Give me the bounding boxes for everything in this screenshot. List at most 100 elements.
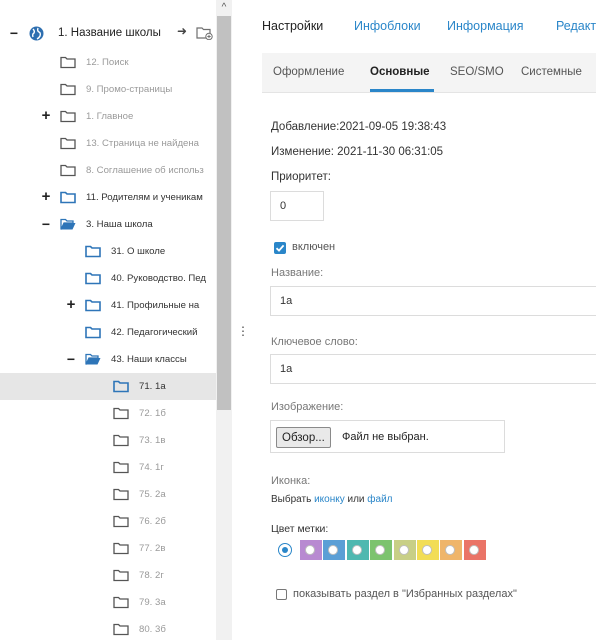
tree-item-label: 40. Руководство. Пед [111, 273, 207, 284]
folder-icon [113, 623, 129, 636]
tree-item-label: 41. Профильные на [111, 300, 200, 311]
choose-icon-link[interactable]: иконку [314, 494, 345, 505]
subtab-system[interactable]: Системные [521, 66, 582, 78]
subtab-main[interactable]: Основные [370, 66, 430, 78]
scroll-up-icon[interactable]: ^ [216, 0, 232, 16]
tree-item[interactable]: 73. 1в [0, 427, 232, 454]
icon-choose-text: Выбрать [271, 494, 315, 505]
panel-splitter[interactable]: ⋮ [232, 0, 249, 640]
tree-item[interactable]: 8. Соглашение об использ [0, 157, 232, 184]
color-radio[interactable] [445, 545, 456, 555]
tree-item[interactable]: 75. 2а [0, 481, 232, 508]
folder-icon [85, 299, 101, 312]
choose-file-link[interactable]: файл [367, 494, 392, 505]
tree-item[interactable]: 74. 1г [0, 454, 232, 481]
tree-item-label: 11. Родителям и ученикам [86, 192, 203, 203]
color-swatch[interactable] [300, 540, 322, 560]
tree-item[interactable]: 78. 2г [0, 562, 232, 589]
collapse-icon[interactable]: − [66, 352, 76, 366]
subtab-design[interactable]: Оформление [273, 66, 344, 78]
folder-add-icon[interactable] [196, 26, 213, 41]
icon-choose-line: Выбрать иконку или файл [271, 494, 393, 505]
folder-icon [60, 83, 76, 96]
folder-open-icon [85, 353, 101, 366]
tree-item[interactable]: +1. Главное [0, 103, 232, 130]
expand-icon[interactable]: + [41, 108, 51, 123]
globe-icon [29, 26, 44, 41]
tree-item[interactable]: 72. 1б [0, 400, 232, 427]
tab-editor[interactable]: Редакт [556, 19, 596, 33]
subtab-seo[interactable]: SEO/SMO [450, 66, 504, 78]
expand-icon[interactable]: + [41, 189, 51, 204]
color-radio[interactable] [468, 545, 479, 555]
tree-item[interactable]: +41. Профильные на [0, 292, 232, 319]
browse-button[interactable]: Обзор... [276, 427, 331, 448]
color-swatch[interactable] [440, 540, 463, 560]
collapse-icon[interactable]: − [41, 217, 51, 231]
tree-item-label: 76. 2б [139, 516, 166, 527]
tree-item[interactable]: 80. 3б [0, 616, 232, 640]
drag-handle-icon[interactable]: ⋮ [237, 325, 249, 337]
tab-infoblocks[interactable]: Инфоблоки [354, 19, 421, 33]
folder-icon [113, 488, 129, 501]
tree-item-label: 78. 2г [139, 570, 164, 581]
color-swatch[interactable] [370, 540, 393, 560]
tree-panel: − 1. Название школы ➜ 12. Поиск 9. Промо-… [0, 0, 232, 640]
tree-item[interactable]: +11. Родителям и ученикам [0, 184, 232, 211]
folder-icon [113, 542, 129, 555]
folder-icon [113, 434, 129, 447]
tree-item-label: 8. Соглашение об использ [86, 165, 204, 176]
icon-label: Иконка: [271, 475, 311, 487]
tree-item[interactable]: − 43. Наши классы [0, 346, 232, 373]
folder-icon [60, 164, 76, 177]
tree-item[interactable]: 9. Промо-страницы [0, 76, 232, 103]
tree-item-label: 75. 2а [139, 489, 166, 500]
file-status: Файл не выбран. [342, 431, 429, 443]
tree-item[interactable]: − 3. Наша школа [0, 211, 232, 238]
tree-item[interactable]: 13. Страница не найдена [0, 130, 232, 157]
color-radio[interactable] [398, 545, 409, 555]
color-swatch[interactable] [463, 540, 486, 560]
folder-open-icon [60, 218, 76, 231]
tree-item[interactable]: 76. 2б [0, 508, 232, 535]
tree-item-label: 43. Наши классы [111, 354, 187, 365]
color-radio[interactable] [305, 545, 315, 555]
collapse-icon[interactable]: − [9, 26, 19, 40]
color-radio[interactable] [375, 545, 386, 555]
color-radio[interactable] [422, 545, 432, 555]
color-swatch[interactable] [393, 540, 416, 560]
color-swatch[interactable] [346, 540, 369, 560]
tree-scrollbar[interactable]: ^ [216, 0, 232, 640]
tree-item[interactable]: 42. Педагогический [0, 319, 232, 346]
keyword-input[interactable] [270, 354, 596, 384]
tree-item[interactable]: 40. Руководство. Пед [0, 265, 232, 292]
favorites-checkbox[interactable] [276, 589, 287, 600]
tree-item[interactable]: 31. О школе [0, 238, 232, 265]
name-input[interactable] [270, 286, 596, 316]
tree-item-label: 12. Поиск [86, 57, 129, 68]
tree-item[interactable]: 77. 2в [0, 535, 232, 562]
color-radio-none[interactable] [278, 543, 292, 557]
priority-input[interactable] [270, 191, 324, 221]
tree-item-label: 31. О школе [111, 246, 166, 257]
expand-icon[interactable]: + [66, 297, 76, 312]
tab-information[interactable]: Информация [447, 19, 524, 33]
color-swatch[interactable] [417, 540, 439, 560]
folder-icon [60, 137, 76, 150]
color-swatch[interactable] [323, 540, 346, 560]
tree-item[interactable]: 12. Поиск [0, 49, 232, 76]
tree-item-label: 9. Промо-страницы [86, 84, 173, 95]
tree-item[interactable]: 79. 3а [0, 589, 232, 616]
tree-root-row[interactable]: − 1. Название школы ➜ [0, 21, 232, 47]
added-date: Добавление:2021-09-05 19:38:43 [271, 121, 447, 133]
folder-icon [113, 569, 129, 582]
enabled-checkbox[interactable] [274, 242, 286, 254]
tree-item-label: 79. 3а [139, 597, 166, 608]
color-radio[interactable] [351, 545, 362, 555]
color-radio[interactable] [328, 545, 339, 555]
tree-item-label: 72. 1б [139, 408, 166, 419]
tree-item-label: 1. Главное [86, 111, 134, 122]
tree-item[interactable]: 71. 1а [0, 373, 232, 400]
scroll-thumb[interactable] [217, 16, 231, 410]
tab-settings[interactable]: Настройки [262, 19, 323, 33]
